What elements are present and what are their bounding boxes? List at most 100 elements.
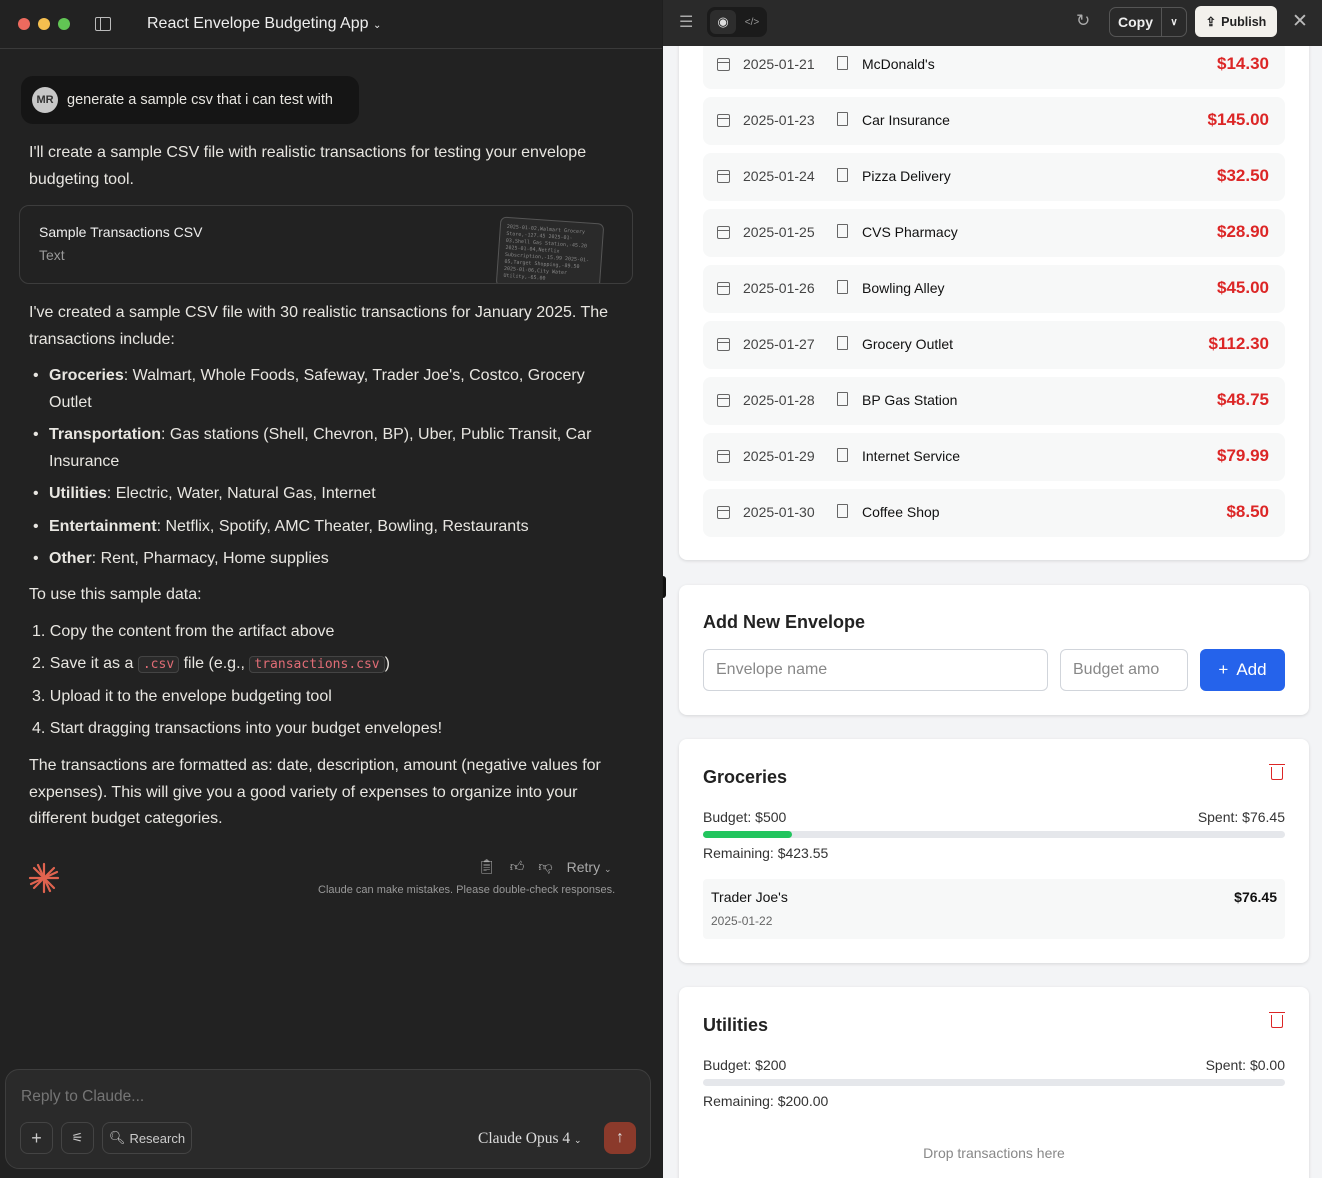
- file-icon: [837, 224, 848, 238]
- user-message: MR generate a sample csv that i can test…: [21, 76, 359, 124]
- transaction-row[interactable]: 2025-01-25 CVS Pharmacy $28.90: [703, 209, 1285, 257]
- transaction-row[interactable]: 2025-01-23 Car Insurance $145.00: [703, 97, 1285, 145]
- transaction-row[interactable]: 2025-01-21 McDonald's $14.30: [703, 41, 1285, 89]
- remaining-label: Remaining: $200.00: [703, 1093, 829, 1109]
- list-item: Utilities: Electric, Water, Natural Gas,…: [29, 481, 609, 508]
- transaction-description: BP Gas Station: [862, 392, 958, 408]
- publish-button[interactable]: ⇪ Publish: [1195, 6, 1277, 37]
- artifact-toolbar: ☰ ◉ </> ↻ Copy ∨ ⇪ Publish ✕: [663, 0, 1322, 46]
- transaction-date: 2025-01-28: [743, 392, 815, 408]
- list-item: Groceries: Walmart, Whole Foods, Safeway…: [29, 363, 609, 416]
- list-item: 4. Start dragging transactions into your…: [32, 720, 443, 737]
- file-icon: [837, 392, 848, 406]
- assistant-summary: I've created a sample CSV file with 30 r…: [29, 304, 609, 348]
- progress-bar: [703, 831, 1285, 838]
- avatar: MR: [32, 87, 58, 113]
- usage-intro: To use this sample data:: [29, 586, 202, 603]
- preview-eye-icon[interactable]: ◉: [710, 10, 736, 34]
- artifact-panel: ☰ ◉ </> ↻ Copy ∨ ⇪ Publish ✕ 2025-01-21 McD…: [663, 0, 1322, 1178]
- refresh-icon[interactable]: ↻: [1076, 11, 1090, 31]
- trash-icon[interactable]: [1269, 764, 1285, 780]
- envelope-transaction[interactable]: Trader Joe's $76.45 2025-01-22: [703, 879, 1285, 939]
- list-icon[interactable]: ☰: [679, 12, 693, 32]
- sidebar-toggle-icon[interactable]: [95, 17, 111, 31]
- chevron-down-icon: ⌄: [603, 863, 612, 874]
- chevron-down-icon[interactable]: ∨: [1162, 8, 1186, 36]
- copy-icon[interactable]: 📋︎: [478, 858, 496, 875]
- budget-label: Budget: $200: [703, 1057, 787, 1073]
- file-icon: [837, 168, 848, 182]
- envelope-utilities: Utilities Budget: $200 Spent: $0.00 Remai…: [679, 987, 1309, 1178]
- envelope-groceries: Groceries Budget: $500 Spent: $76.45 Rema…: [679, 739, 1309, 963]
- transaction-date: 2025-01-29: [743, 448, 815, 464]
- list-item: Other: Rent, Pharmacy, Home supplies: [29, 546, 609, 573]
- artifact-card[interactable]: Sample Transactions CSV Text 2025-01-02,…: [19, 205, 633, 284]
- reply-input[interactable]: [21, 1088, 621, 1106]
- calendar-icon: [717, 114, 730, 127]
- transaction-row[interactable]: 2025-01-27 Grocery Outlet $112.30: [703, 321, 1285, 369]
- claude-logo-icon: [28, 862, 60, 894]
- assistant-closing: The transactions are formatted as: date,…: [29, 757, 601, 827]
- close-window-button[interactable]: [18, 18, 30, 30]
- transactions-card: 2025-01-21 McDonald's $14.30 2025-01-23 Car …: [679, 0, 1309, 560]
- retry-button[interactable]: Retry ⌄: [567, 859, 612, 875]
- add-attachment-button[interactable]: +: [20, 1122, 53, 1154]
- calendar-icon: [717, 338, 730, 351]
- envelope-name-input[interactable]: [703, 649, 1048, 691]
- transaction-row[interactable]: 2025-01-30 Coffee Shop $8.50: [703, 489, 1285, 537]
- artifact-preview: 2025-01-02,Walmart Grocery Store,-127.45…: [495, 216, 605, 283]
- chevron-down-icon: ⌄: [574, 1135, 582, 1145]
- trash-icon[interactable]: [1269, 1012, 1285, 1028]
- list-item: Entertainment: Netflix, Spotify, AMC The…: [29, 514, 609, 541]
- transaction-row[interactable]: 2025-01-28 BP Gas Station $48.75: [703, 377, 1285, 425]
- list-item: 2. Save it as a .csv file (e.g., transac…: [32, 655, 390, 673]
- artifact-title: Sample Transactions CSV: [39, 224, 203, 240]
- maximize-window-button[interactable]: [58, 18, 70, 30]
- transaction-row[interactable]: 2025-01-26 Bowling Alley $45.00: [703, 265, 1285, 313]
- message-actions: 📋︎ 👍︎ 👎︎ Retry ⌄: [478, 858, 612, 875]
- tools-button[interactable]: ⚟: [61, 1122, 94, 1154]
- transaction-date: 2025-01-21: [743, 56, 815, 72]
- transaction-row[interactable]: 2025-01-29 Internet Service $79.99: [703, 433, 1285, 481]
- chat-panel: React Envelope Budgeting App ⌄ MR genera…: [0, 0, 662, 1178]
- research-button[interactable]: 🔍︎ Research: [102, 1122, 192, 1154]
- copy-button[interactable]: Copy ∨: [1109, 7, 1187, 37]
- transaction-date: 2025-01-27: [743, 336, 815, 352]
- drop-zone[interactable]: Drop transactions here: [703, 1145, 1285, 1161]
- thumbs-up-icon[interactable]: 👍︎: [510, 858, 525, 875]
- title-bar: React Envelope Budgeting App ⌄: [0, 0, 662, 49]
- add-envelope-card: Add New Envelope +Add: [679, 585, 1309, 715]
- transaction-amount: $8.50: [1226, 502, 1269, 521]
- send-button[interactable]: ↑: [604, 1122, 636, 1154]
- add-envelope-button[interactable]: + Add: [1200, 649, 1285, 691]
- file-icon: [837, 336, 848, 350]
- conversation-title[interactable]: React Envelope Budgeting App ⌄: [147, 15, 381, 33]
- calendar-icon: [717, 282, 730, 295]
- user-message-text: generate a sample csv that i can test wi…: [67, 92, 333, 108]
- transaction-amount: $45.00: [1217, 278, 1269, 297]
- transaction-description: Internet Service: [862, 448, 961, 464]
- model-selector[interactable]: Claude Opus 4 ⌄: [478, 1130, 582, 1148]
- transaction-amount: $14.30: [1217, 54, 1269, 73]
- transaction-amount: $48.75: [1217, 390, 1269, 409]
- transaction-description: McDonald's: [862, 56, 935, 72]
- transaction-row[interactable]: 2025-01-24 Pizza Delivery $32.50: [703, 153, 1285, 201]
- transaction-description: Grocery Outlet: [862, 336, 954, 352]
- transaction-amount: $145.00: [1207, 110, 1269, 129]
- budget-amount-input[interactable]: [1060, 649, 1188, 691]
- transaction-date: 2025-01-26: [743, 280, 815, 296]
- minimize-window-button[interactable]: [38, 18, 50, 30]
- thumbs-down-icon[interactable]: 👎︎: [538, 858, 552, 875]
- panel-resize-handle[interactable]: [663, 576, 666, 598]
- spent-label: Spent: $76.45: [1197, 809, 1285, 825]
- sliders-icon: ⚟: [71, 1130, 84, 1145]
- title-text: React Envelope Budgeting App: [147, 15, 369, 32]
- envelope-title: Utilities: [703, 1015, 769, 1035]
- calendar-icon: [717, 226, 730, 239]
- calendar-icon: [717, 58, 730, 71]
- assistant-intro: I'll create a sample CSV file with reali…: [29, 144, 587, 188]
- code-icon[interactable]: </>: [739, 10, 765, 34]
- inline-code: transactions.csv: [249, 656, 385, 673]
- list-item: 3. Upload it to the envelope budgeting t…: [32, 688, 332, 705]
- close-icon[interactable]: ✕: [1292, 10, 1308, 33]
